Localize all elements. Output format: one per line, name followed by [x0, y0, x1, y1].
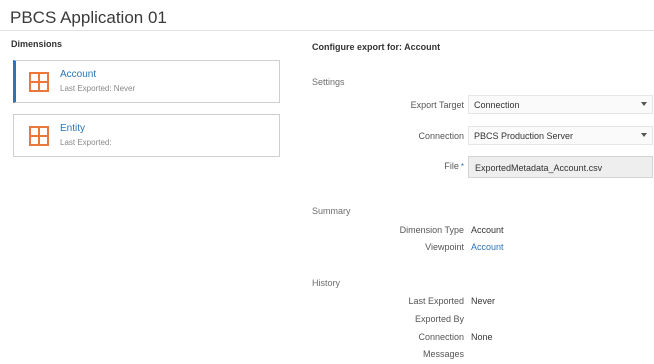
history-section-title: History: [312, 278, 341, 288]
export-target-value: Connection: [474, 100, 520, 110]
configure-export-heading: Configure export for: Account: [312, 42, 441, 52]
dimension-last-exported: Last Exported: Never: [60, 84, 136, 93]
dimension-type-label: Dimension Type: [399, 225, 464, 235]
viewpoint-link[interactable]: Account: [471, 242, 504, 252]
file-label-text: File: [444, 161, 459, 171]
exported-by-label: Exported By: [414, 314, 464, 324]
connection-value: PBCS Production Server: [474, 131, 574, 141]
last-exported-label: Last Exported: [408, 296, 464, 306]
messages-label: Messages: [422, 349, 464, 359]
file-label: File *: [444, 161, 464, 171]
dimension-type-value: Account: [471, 225, 504, 235]
caret-down-icon: [641, 133, 647, 137]
settings-section-title: Settings: [312, 77, 345, 87]
title-divider: [0, 30, 654, 31]
viewpoint-label: Viewpoint: [425, 242, 464, 252]
dimension-card-account[interactable]: Account Last Exported: Never: [13, 60, 280, 103]
grid-icon: [29, 126, 49, 146]
export-target-label: Export Target: [410, 100, 464, 110]
history-connection-label: Connection: [418, 332, 464, 342]
connection-label: Connection: [418, 131, 464, 141]
dimension-name: Entity: [60, 123, 86, 134]
file-value: ExportedMetadata_Account.csv: [475, 163, 603, 173]
dimension-name: Account: [60, 69, 97, 80]
dimensions-heading: Dimensions: [11, 39, 63, 49]
history-connection-value: None: [471, 332, 493, 342]
last-exported-value: Never: [471, 296, 496, 306]
page-title: PBCS Application 01: [10, 8, 167, 27]
export-target-select[interactable]: Connection: [468, 95, 653, 114]
file-input[interactable]: ExportedMetadata_Account.csv: [468, 156, 653, 178]
grid-icon: [29, 72, 49, 92]
required-marker: *: [460, 162, 464, 171]
dimension-last-exported: Last Exported:: [60, 138, 112, 147]
connection-select[interactable]: PBCS Production Server: [468, 126, 653, 145]
dimension-card-entity[interactable]: Entity Last Exported:: [13, 114, 280, 157]
summary-section-title: Summary: [312, 206, 351, 216]
caret-down-icon: [641, 102, 647, 106]
